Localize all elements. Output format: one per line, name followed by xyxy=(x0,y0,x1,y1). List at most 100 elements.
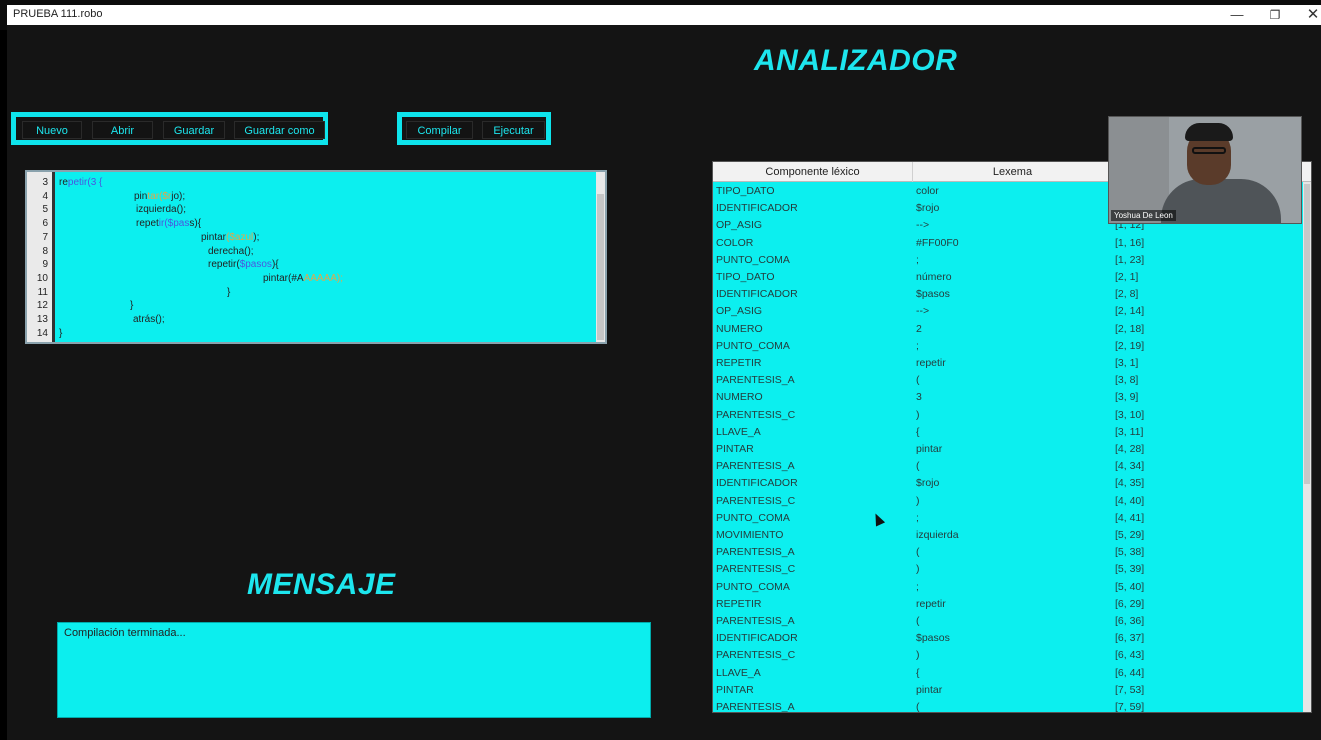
code-token: re xyxy=(59,177,68,188)
token-type-cell: LLAVE_A xyxy=(716,666,761,679)
position-cell: [7, 59] xyxy=(1115,701,1145,713)
lexeme-cell: $pasos xyxy=(916,288,950,301)
close-icon[interactable]: ✕ xyxy=(1295,5,1321,25)
code-line[interactable]: } xyxy=(59,327,62,341)
lexeme-cell: ( xyxy=(916,615,920,627)
code-line[interactable]: pintar($azul); xyxy=(201,231,259,245)
webcam-person-hair xyxy=(1185,123,1233,141)
token-type-cell: PARENTESIS_A xyxy=(716,460,795,473)
position-cell: [4, 40] xyxy=(1115,494,1145,507)
position-cell: [6, 29] xyxy=(1115,597,1145,610)
position-cell: [4, 28] xyxy=(1115,443,1145,455)
editor-scrollbar[interactable] xyxy=(596,172,605,342)
tokens-table: Componente léxico Lexema TIPO_DATO color [… xyxy=(712,161,1312,713)
table-row[interactable]: PUNTO_COMA; [1, 23] xyxy=(713,252,1311,269)
table-row[interactable]: REPETIR repetir [6, 29] xyxy=(713,596,1311,613)
token-type-cell: NUMERO xyxy=(716,322,763,335)
table-row[interactable]: LLAVE_A {[3, 11] xyxy=(713,424,1311,441)
lexeme-cell: { xyxy=(916,425,920,438)
code-token: pintar xyxy=(201,231,227,243)
token-type-cell: PUNTO_COMA xyxy=(716,580,790,593)
guardar-button[interactable]: Guardar xyxy=(163,121,225,139)
table-row[interactable]: REPETIR repetir [3, 1] xyxy=(713,355,1311,372)
header-componente-lexico[interactable]: Componente léxico xyxy=(713,162,913,182)
code-line[interactable]: atrás(); xyxy=(133,313,165,327)
line-number: 4 xyxy=(42,190,48,202)
lexeme-cell: $rojo xyxy=(916,202,940,215)
guardar-como-button[interactable]: Guardar como xyxy=(234,121,325,139)
code-line[interactable]: } xyxy=(227,286,230,300)
token-type-cell: OP_ASIG xyxy=(716,305,763,318)
table-row[interactable]: PUNTO_COMA; [5, 40] xyxy=(713,579,1311,596)
position-cell: [3, 11] xyxy=(1115,425,1144,438)
table-row[interactable]: PARENTESIS_C) [6, 43] xyxy=(713,647,1311,664)
code-token: pintar(#A xyxy=(263,272,304,284)
lexeme-cell: ( xyxy=(916,460,920,473)
table-row[interactable]: PUNTO_COMA; [2, 19] xyxy=(713,338,1311,355)
code-line[interactable]: pintar($rjo); xyxy=(134,190,185,204)
table-scrollbar[interactable] xyxy=(1303,182,1311,712)
code-line[interactable]: repetir($pass){ xyxy=(136,217,201,231)
token-type-cell: PUNTO_COMA xyxy=(716,339,790,352)
lexeme-cell: número xyxy=(916,271,952,283)
ejecutar-button[interactable]: Ejecutar xyxy=(482,121,545,139)
code-line[interactable]: repetir(3 { xyxy=(59,176,102,190)
table-row[interactable]: PINTAR pintar [7, 53] xyxy=(713,682,1311,699)
nuevo-button[interactable]: Nuevo xyxy=(22,121,82,139)
code-line[interactable]: izquierda(); xyxy=(136,203,186,217)
table-row[interactable]: PARENTESIS_C) [4, 40] xyxy=(713,493,1311,510)
lexeme-cell: ; xyxy=(916,339,919,352)
table-row[interactable]: TIPO_DATO número [2, 1] xyxy=(713,269,1311,286)
code-token: $pasos xyxy=(239,259,272,271)
line-number: 9 xyxy=(42,259,48,271)
code-editor[interactable]: 3 4 5 6 7 8 9 10 11 12 13 14 repetir(3 {pintar($rjo… xyxy=(25,170,607,344)
table-row[interactable]: MOVIMIENTO izquierda [5, 29] xyxy=(713,527,1311,544)
lexeme-cell: pintar xyxy=(916,443,943,455)
table-row[interactable]: PARENTESIS_A ([4, 34] xyxy=(713,458,1311,475)
header-lexema[interactable]: Lexema xyxy=(913,162,1113,182)
code-token: s){ xyxy=(189,218,202,230)
table-row[interactable]: PARENTESIS_C) [3, 10] xyxy=(713,407,1311,424)
code-line[interactable]: } xyxy=(130,299,133,313)
position-cell: [6, 37] xyxy=(1115,632,1145,645)
maximize-icon[interactable]: ❐ xyxy=(1257,5,1293,25)
abrir-button[interactable]: Abrir xyxy=(92,121,153,139)
code-line[interactable]: derecha(); xyxy=(208,245,254,259)
table-row[interactable]: IDENTIFICADOR $pasos [2, 8] xyxy=(713,286,1311,303)
code-token: } xyxy=(59,327,63,339)
compilar-button[interactable]: Compilar xyxy=(406,121,473,139)
analizador-heading: ANALIZADOR xyxy=(754,44,958,77)
table-row[interactable]: PARENTESIS_A ([5, 38] xyxy=(713,544,1311,561)
lexeme-cell: ) xyxy=(916,494,920,507)
table-row[interactable]: PARENTESIS_A ([6, 36] xyxy=(713,613,1311,630)
table-row[interactable]: NUMERO 2 [2, 18] xyxy=(713,321,1311,338)
table-row[interactable]: PINTAR pintar [4, 28] xyxy=(713,441,1311,458)
table-row[interactable]: PARENTESIS_A ([3, 8] xyxy=(713,372,1311,389)
table-scroll-thumb[interactable] xyxy=(1304,184,1310,484)
code-line[interactable]: pintar(#AAAAAA); xyxy=(263,272,343,286)
token-type-cell: PARENTESIS_C xyxy=(716,649,796,662)
lexeme-cell: pintar xyxy=(916,683,943,696)
token-type-cell: PARENTESIS_A xyxy=(716,615,795,627)
line-number: 10 xyxy=(36,272,48,284)
webcam-shelf xyxy=(1109,117,1169,223)
table-row[interactable]: IDENTIFICADOR $rojo [4, 35] xyxy=(713,475,1311,492)
table-row[interactable]: PARENTESIS_C) [5, 39] xyxy=(713,561,1311,578)
table-row[interactable]: LLAVE_A {[6, 44] xyxy=(713,665,1311,682)
table-row[interactable]: NUMERO 3 [3, 9] xyxy=(713,389,1311,406)
table-row[interactable]: PARENTESIS_A ([7, 59] xyxy=(713,699,1311,713)
lexeme-cell: --> xyxy=(916,305,930,318)
editor-scroll-thumb[interactable] xyxy=(597,194,604,340)
token-type-cell: PARENTESIS_C xyxy=(716,494,796,507)
table-row[interactable]: IDENTIFICADOR $pasos [6, 37] xyxy=(713,630,1311,647)
position-cell: [7, 53] xyxy=(1115,683,1145,696)
lexeme-cell: ( xyxy=(916,701,920,713)
table-row[interactable]: PUNTO_COMA; [4, 41] xyxy=(713,510,1311,527)
table-row[interactable]: OP_ASIG --> [2, 14] xyxy=(713,303,1311,320)
webcam-person-body xyxy=(1161,179,1281,223)
token-type-cell: PARENTESIS_C xyxy=(716,563,796,576)
code-line[interactable]: repetir($pasos){ xyxy=(208,258,279,272)
table-row[interactable]: COLOR #FF00F0 [1, 16] xyxy=(713,235,1311,252)
minimize-icon[interactable]: — xyxy=(1219,5,1255,25)
code-token: atrás(); xyxy=(133,314,165,325)
